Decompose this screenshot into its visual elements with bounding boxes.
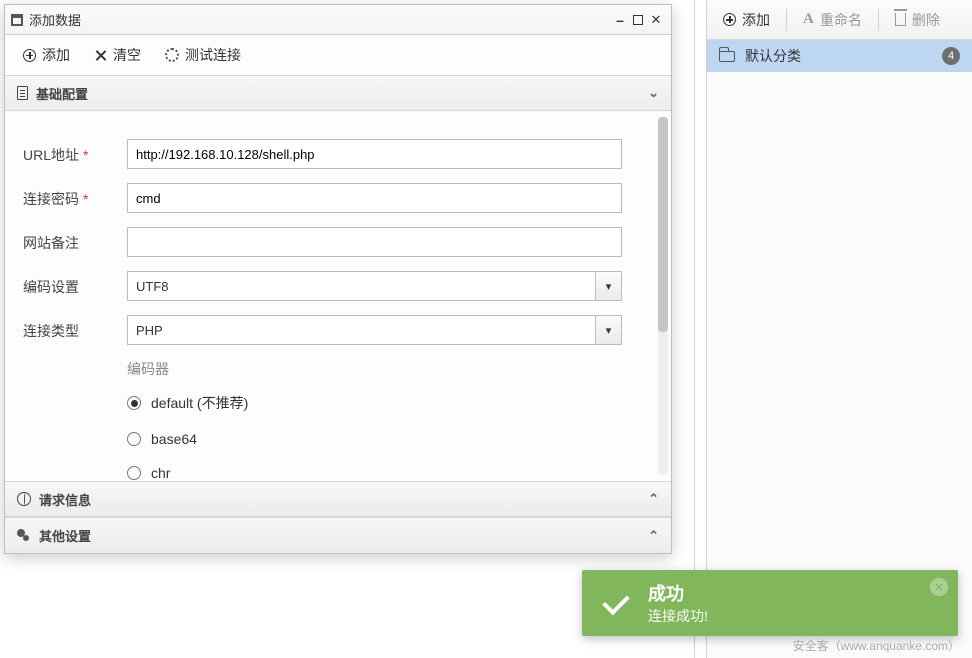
- dialog-titlebar[interactable]: 添加数据: [5, 5, 671, 35]
- encoder-option-label: base64: [151, 431, 197, 447]
- spinner-icon: [165, 48, 179, 62]
- encoding-select[interactable]: UTF8 ▾: [127, 271, 622, 301]
- encoder-block: 编码器 default (不推荐) base64 chr: [127, 359, 653, 481]
- folder-icon: [719, 51, 735, 62]
- maximize-button[interactable]: [633, 15, 643, 25]
- chevron-up-icon: ⌃: [648, 528, 659, 544]
- section-request-title: 请求信息: [39, 490, 91, 509]
- clear-button[interactable]: 清空: [82, 39, 153, 71]
- add-data-dialog: 添加数据 添加 清空 测试连接 基础配置 ⌄: [4, 4, 672, 554]
- globe-icon: [17, 492, 31, 506]
- category-item-label: 默认分类: [745, 46, 801, 66]
- radio-icon[interactable]: [127, 396, 141, 410]
- radio-icon[interactable]: [127, 432, 141, 446]
- category-rename-button[interactable]: A 重命名: [795, 4, 870, 36]
- chevron-down-icon: ⌄: [648, 85, 659, 101]
- section-request-header[interactable]: 请求信息 ⌃: [5, 481, 671, 517]
- separator: [786, 9, 787, 31]
- password-input[interactable]: [127, 183, 622, 213]
- category-delete-label: 删除: [912, 10, 940, 30]
- accordion: 基础配置 ⌄ URL地址* 连接密码* 网站备注: [5, 75, 671, 553]
- toast-title: 成功: [648, 580, 708, 606]
- count-badge: 4: [942, 47, 960, 65]
- plus-circle-icon: [723, 13, 736, 26]
- section-basic-header[interactable]: 基础配置 ⌄: [5, 75, 671, 111]
- url-label: URL地址*: [23, 139, 109, 165]
- test-connection-button[interactable]: 测试连接: [153, 39, 253, 71]
- x-icon: [94, 49, 107, 62]
- encoder-option-default[interactable]: default (不推荐): [127, 393, 653, 413]
- encoder-option-label: default (不推荐): [151, 393, 248, 413]
- encoding-value: UTF8: [136, 279, 169, 294]
- category-add-label: 添加: [742, 10, 770, 30]
- divider: [694, 0, 695, 658]
- section-basic-body: URL地址* 连接密码* 网站备注 编码设置 UTF8 ▾: [5, 111, 671, 481]
- document-icon: [17, 86, 28, 100]
- category-add-button[interactable]: 添加: [715, 4, 778, 36]
- category-panel: 添加 A 重命名 删除 默认分类 4: [706, 0, 972, 658]
- clear-button-label: 清空: [113, 45, 141, 65]
- category-rename-label: 重命名: [820, 10, 862, 30]
- close-button[interactable]: [647, 11, 665, 29]
- chevron-up-icon: ⌃: [648, 491, 659, 507]
- toast-message: 连接成功!: [648, 606, 708, 626]
- encoder-option-label: chr: [151, 465, 170, 481]
- font-icon: A: [803, 11, 814, 28]
- chevron-down-icon[interactable]: ▾: [595, 316, 621, 344]
- conntype-select[interactable]: PHP ▾: [127, 315, 622, 345]
- encoder-option-chr[interactable]: chr: [127, 465, 653, 481]
- test-connection-label: 测试连接: [185, 45, 241, 65]
- plus-circle-icon: [23, 49, 36, 62]
- chevron-down-icon[interactable]: ▾: [595, 272, 621, 300]
- category-delete-button[interactable]: 删除: [887, 4, 948, 36]
- section-other-header[interactable]: 其他设置 ⌃: [5, 517, 671, 553]
- category-item-default[interactable]: 默认分类 4: [707, 40, 972, 72]
- scroll-thumb[interactable]: [658, 117, 668, 332]
- encoder-option-base64[interactable]: base64: [127, 431, 653, 447]
- conntype-label: 连接类型: [23, 315, 109, 341]
- window-icon: [11, 14, 23, 26]
- watermark: 安全客（www.anquanke.com）: [793, 637, 960, 654]
- dialog-toolbar: 添加 清空 测试连接: [5, 35, 671, 75]
- gears-icon: [17, 529, 31, 543]
- url-input[interactable]: [127, 139, 622, 169]
- scrollbar[interactable]: [658, 117, 668, 475]
- add-button-label: 添加: [42, 45, 70, 65]
- radio-icon[interactable]: [127, 466, 141, 480]
- note-input[interactable]: [127, 227, 622, 257]
- trash-icon: [895, 13, 906, 26]
- encoder-title: 编码器: [127, 359, 653, 379]
- toast-close-button[interactable]: ✕: [930, 578, 948, 596]
- separator: [878, 9, 879, 31]
- section-basic-title: 基础配置: [36, 84, 88, 103]
- check-icon: [600, 592, 630, 614]
- add-button[interactable]: 添加: [11, 39, 82, 71]
- dialog-title: 添加数据: [29, 10, 611, 29]
- encoding-label: 编码设置: [23, 271, 109, 297]
- minimize-button[interactable]: [611, 11, 629, 29]
- success-toast: 成功 连接成功! ✕: [582, 570, 958, 636]
- category-toolbar: 添加 A 重命名 删除: [707, 0, 972, 40]
- password-label: 连接密码*: [23, 183, 109, 209]
- conntype-value: PHP: [136, 323, 163, 338]
- note-label: 网站备注: [23, 227, 109, 253]
- section-other-title: 其他设置: [39, 526, 91, 545]
